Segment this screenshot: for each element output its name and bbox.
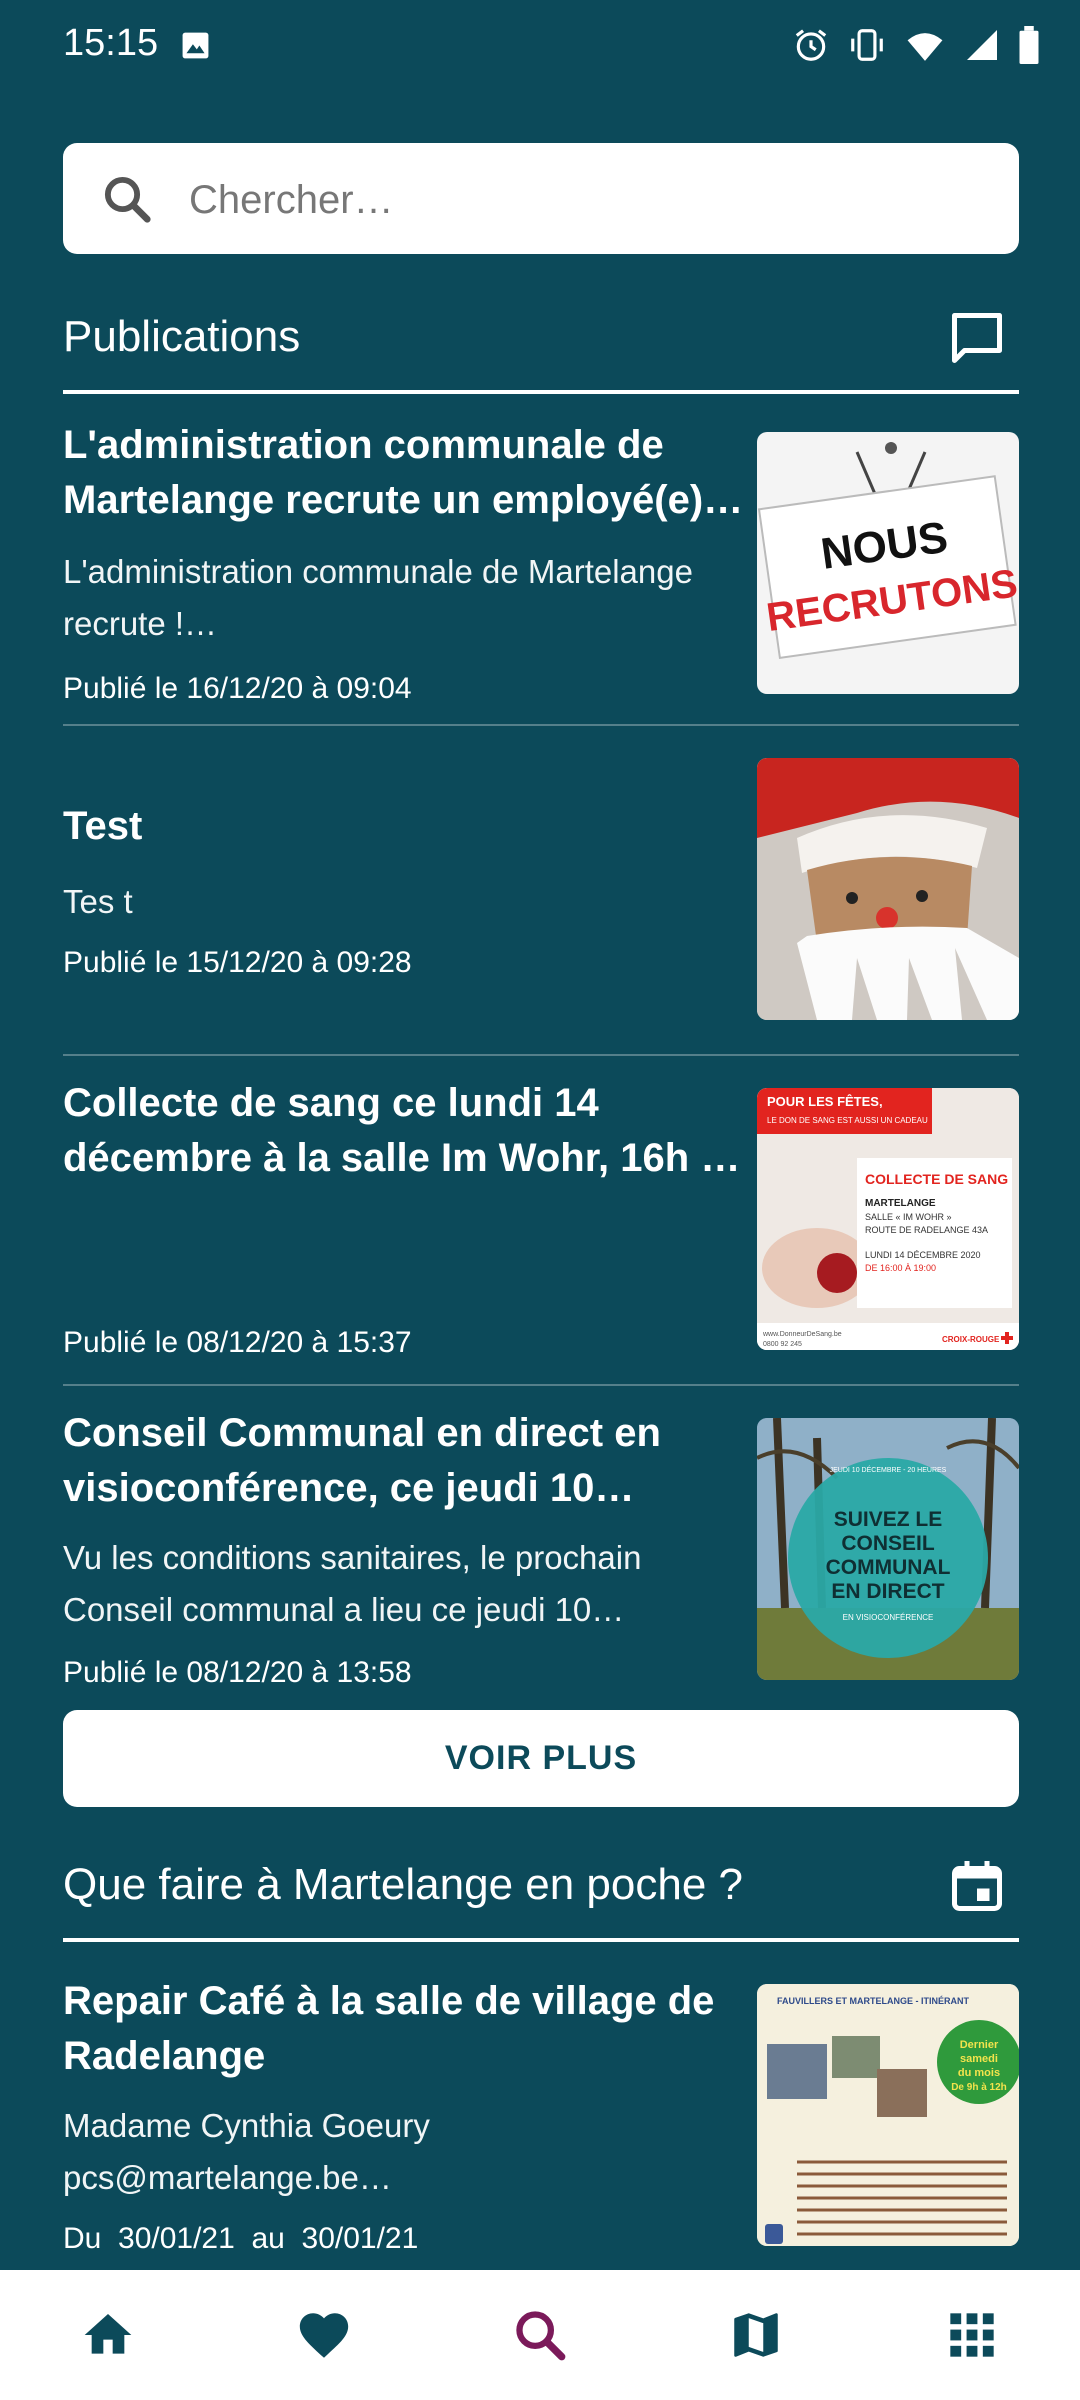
status-icons <box>792 26 1040 64</box>
search-input[interactable] <box>187 167 991 233</box>
signal-icon <box>967 30 997 60</box>
svg-text:EN DIRECT: EN DIRECT <box>831 1580 944 1603</box>
svg-text:DE 16:00 À 19:00: DE 16:00 À 19:00 <box>865 1263 936 1273</box>
chat-icon[interactable] <box>947 308 1007 368</box>
nav-search[interactable] <box>432 2270 648 2400</box>
svg-text:FAUVILLERS ET MARTELANGE - ITI: FAUVILLERS ET MARTELANGE - ITINÉRANT <box>777 1996 969 2006</box>
vibrate-icon <box>851 29 883 61</box>
search-icon <box>516 2311 566 2361</box>
svg-text:POUR LES FÊTES,: POUR LES FÊTES, <box>767 1094 883 1109</box>
publication-card[interactable]: Conseil Communal en direct en visioconfé… <box>63 1384 1019 1694</box>
svg-text:SUIVEZ LE: SUIVEZ LE <box>834 1508 943 1531</box>
svg-text:Dernier: Dernier <box>960 2039 999 2051</box>
svg-text:MARTELANGE: MARTELANGE <box>865 1198 936 1209</box>
nav-home[interactable] <box>0 2270 216 2400</box>
svg-text:www.DonneurDeSang.be: www.DonneurDeSang.be <box>762 1331 842 1338</box>
bottom-navigation <box>0 2270 1080 2400</box>
grid-icon <box>950 2313 994 2357</box>
battery-icon <box>1019 26 1039 64</box>
publication-description: Vu les conditions sanitaires, le prochai… <box>63 1539 642 1628</box>
nav-apps[interactable] <box>864 2270 1080 2400</box>
event-title: Repair Café à la salle de village de Rad… <box>63 1979 715 2078</box>
svg-text:COLLECTE DE SANG: COLLECTE DE SANG <box>865 1171 1008 1187</box>
svg-text:COMMUNAL: COMMUNAL <box>826 1556 951 1579</box>
wifi-icon <box>907 33 943 61</box>
publication-description: L'administration communale de Martelange… <box>63 553 693 642</box>
publication-thumbnail: POUR LES FÊTES, LE DON DE SANG EST AUSSI… <box>757 1088 1019 1350</box>
publications-title: Publications <box>63 312 301 361</box>
svg-text:CONSEIL: CONSEIL <box>841 1532 935 1555</box>
search-icon <box>104 176 151 223</box>
heart-icon <box>299 2313 349 2358</box>
event-description: Madame Cynthia Goeury pcs@martelange.be… <box>63 2107 430 2196</box>
event-thumbnail: FAUVILLERS ET MARTELANGE - ITINÉRANT Der… <box>757 1984 1019 2246</box>
status-time: 15:15 <box>63 22 159 64</box>
events-title: Que faire à Martelange en poche ? <box>63 1860 744 1909</box>
publication-date: Publié le 08/12/20 à 13:58 <box>63 1656 412 1689</box>
publication-title: Collecte de sang ce lundi 14 décembre à … <box>63 1081 741 1180</box>
publication-description: Tes t <box>63 883 133 920</box>
svg-text:samedi: samedi <box>960 2053 998 2065</box>
search-bar[interactable] <box>63 143 1019 254</box>
status-bar: 15:15 <box>0 0 1080 92</box>
publication-date: Publié le 16/12/20 à 09:04 <box>63 672 412 705</box>
publication-card[interactable]: Test Tes t Publié le 15/12/20 à 09:28 <box>63 724 1019 1056</box>
publication-thumbnail: JEUDI 10 DÉCEMBRE - 20 HEURES SUIVEZ LE … <box>757 1418 1019 1680</box>
image-notification-icon <box>182 32 209 59</box>
nav-favorites[interactable] <box>216 2270 432 2400</box>
map-icon <box>734 2313 778 2357</box>
publication-thumbnail <box>757 758 1019 1020</box>
nav-map[interactable] <box>648 2270 864 2400</box>
svg-text:ROUTE DE RADELANGE 43A: ROUTE DE RADELANGE 43A <box>865 1225 988 1235</box>
publications-header: Publications <box>63 300 1019 394</box>
svg-text:De 9h à 12h: De 9h à 12h <box>951 2082 1007 2093</box>
publication-thumbnail: NOUS RECRUTONS <box>757 432 1019 694</box>
svg-text:EN VISIOCONFÉRENCE: EN VISIOCONFÉRENCE <box>843 1613 934 1622</box>
publication-card[interactable]: L'administration communale de Martelange… <box>63 394 1019 726</box>
events-header: Que faire à Martelange en poche ? <box>63 1848 1019 1942</box>
svg-text:CROIX-ROUGE: CROIX-ROUGE <box>942 1335 1000 1344</box>
publication-title: L'administration communale de Martelange… <box>63 423 744 522</box>
svg-text:SALLE « IM WOHR »: SALLE « IM WOHR » <box>865 1212 952 1222</box>
calendar-icon[interactable] <box>947 1856 1007 1916</box>
event-date: Du 30/01/21 au 30/01/21 <box>63 2222 419 2255</box>
home-icon <box>84 2314 132 2354</box>
svg-text:0800 92 245: 0800 92 245 <box>763 1341 802 1348</box>
svg-text:LE DON DE SANG EST AUSSI UN CA: LE DON DE SANG EST AUSSI UN CADEAU <box>767 1116 928 1125</box>
publication-date: Publié le 15/12/20 à 09:28 <box>63 946 412 979</box>
publication-title: Test <box>63 804 143 848</box>
publication-date: Publié le 08/12/20 à 15:37 <box>63 1326 412 1359</box>
publication-title: Conseil Communal en direct en visioconfé… <box>63 1411 661 1510</box>
svg-text:JEUDI 10 DÉCEMBRE - 20 HEURES: JEUDI 10 DÉCEMBRE - 20 HEURES <box>830 1465 947 1474</box>
event-card[interactable]: Repair Café à la salle de village de Rad… <box>63 1942 1019 2272</box>
svg-text:LUNDI 14 DÉCEMBRE 2020: LUNDI 14 DÉCEMBRE 2020 <box>865 1250 981 1260</box>
publication-card[interactable]: Collecte de sang ce lundi 14 décembre à … <box>63 1054 1019 1386</box>
alarm-icon <box>795 29 827 61</box>
see-more-button[interactable]: VOIR PLUS <box>63 1710 1019 1807</box>
svg-text:du mois: du mois <box>958 2067 1000 2079</box>
